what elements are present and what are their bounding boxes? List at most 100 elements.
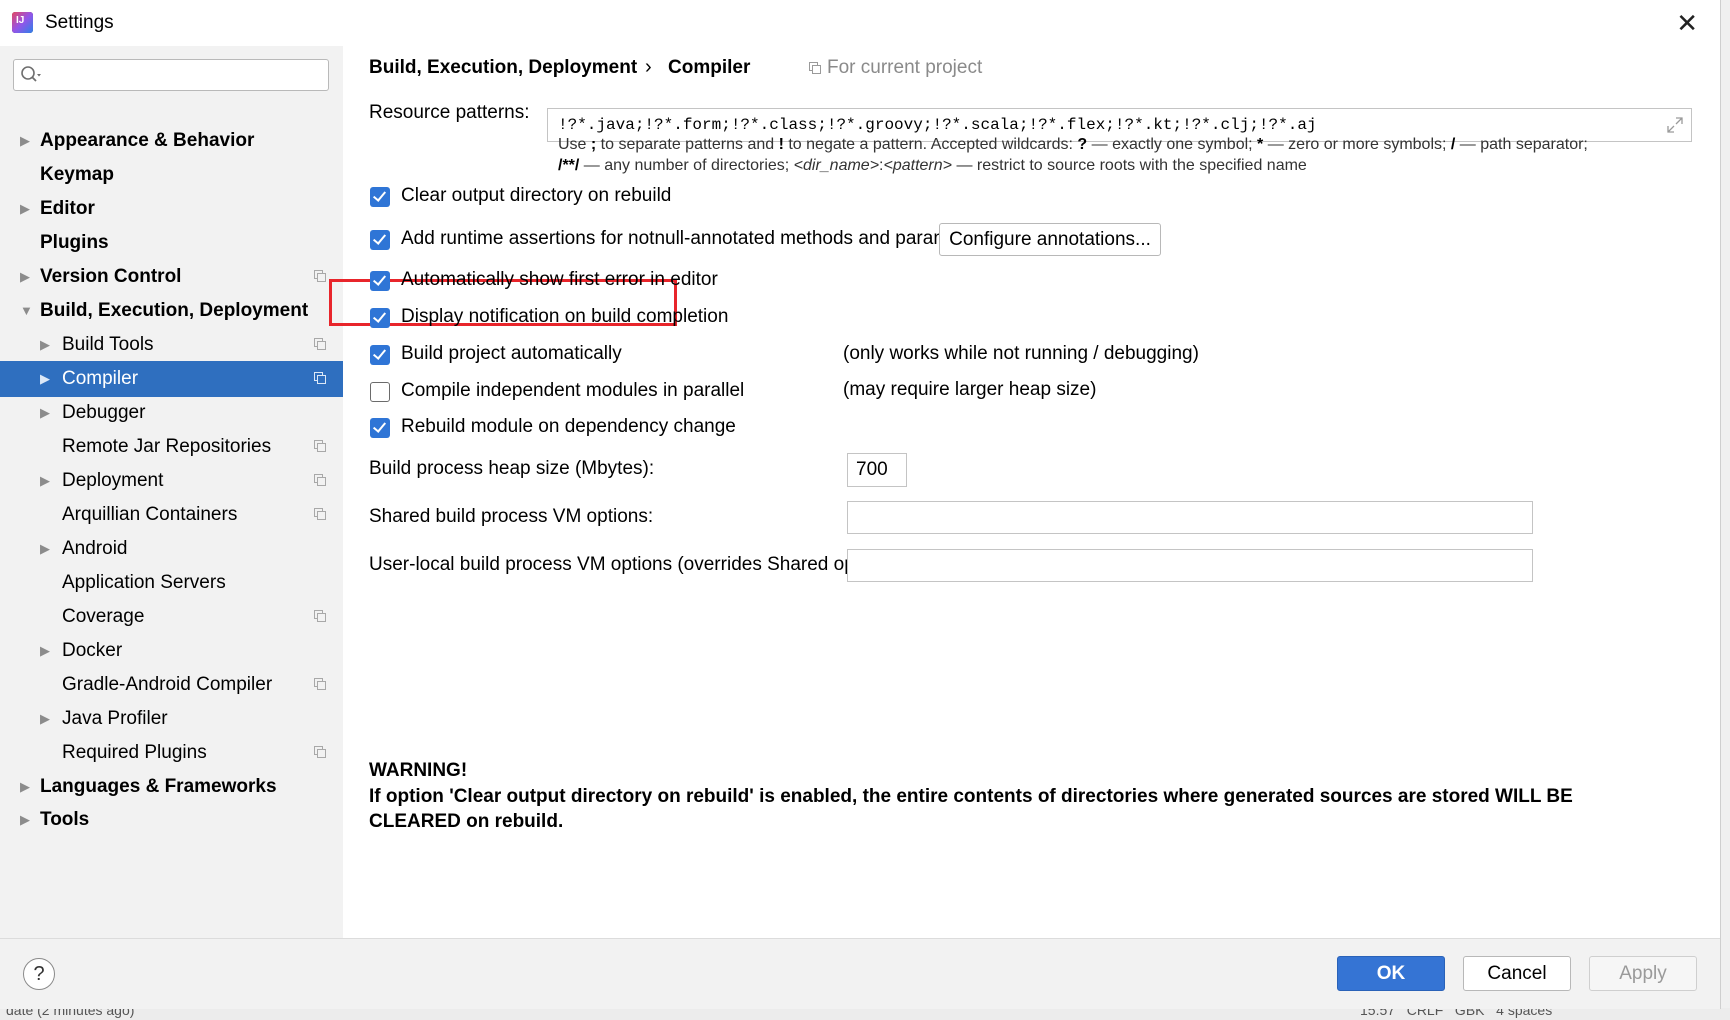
project-scope-icon — [314, 746, 326, 758]
sidebar-item-application-servers[interactable]: Application Servers — [0, 565, 343, 601]
shared-vm-input[interactable] — [847, 501, 1533, 534]
option-label: Rebuild module on dependency change — [401, 416, 736, 437]
settings-dialog: IJ Settings ✕ ▶ Appearance & Behavior Keym… — [0, 0, 1721, 1009]
settings-sidebar: ▶ Appearance & Behavior Keymap ▶ Editor Plugi… — [0, 46, 343, 938]
sidebar-item-label: Coverage — [62, 606, 145, 627]
user-vm-label: User-local build process VM options (ove… — [369, 554, 907, 575]
project-scope-icon — [314, 372, 326, 384]
sidebar-item-docker[interactable]: ▶ Docker — [0, 633, 343, 669]
chevron-right-icon[interactable]: ▶ — [20, 191, 30, 227]
chevron-right-icon[interactable]: ▶ — [20, 802, 30, 838]
background-status-bar: date (2 minutes ago) 15:57 CRLF GBK 4 sp… — [0, 1008, 1730, 1020]
breadcrumb-parent[interactable]: Build, Execution, Deployment — [369, 57, 637, 79]
sidebar-item-appearance-behavior[interactable]: ▶ Appearance & Behavior — [0, 123, 343, 159]
project-scope-icon — [809, 62, 821, 74]
chevron-right-icon[interactable]: ▶ — [40, 361, 50, 397]
project-scope-label: For current project — [809, 57, 982, 79]
sidebar-item-label: Editor — [40, 198, 95, 219]
sidebar-item-editor[interactable]: ▶ Editor — [0, 191, 343, 227]
project-scope-icon — [314, 440, 326, 452]
sidebar-item-deployment[interactable]: ▶ Deployment — [0, 463, 343, 499]
sidebar-item-compiler[interactable]: ▶ Compiler — [0, 361, 343, 397]
sidebar-item-label: Keymap — [40, 164, 114, 185]
resource-patterns-label: Resource patterns: — [369, 102, 530, 123]
sidebar-item-tools[interactable]: ▶ Tools — [0, 802, 343, 838]
sidebar-item-build-tools[interactable]: ▶ Build Tools — [0, 327, 343, 363]
search-input[interactable] — [13, 59, 329, 91]
sidebar-item-label: Languages & Frameworks — [40, 776, 277, 797]
ok-button[interactable]: OK — [1337, 956, 1445, 991]
dialog-footer: ? OK Cancel Apply — [0, 938, 1720, 1009]
sidebar-item-label: Compiler — [62, 368, 139, 389]
user-vm-input[interactable] — [847, 549, 1533, 582]
parallel-note: (may require larger heap size) — [843, 379, 1097, 400]
sidebar-item-label: Remote Jar Repositories — [62, 436, 272, 457]
chevron-right-icon[interactable]: ▶ — [20, 769, 30, 805]
option-label: Build project automatically — [401, 343, 622, 364]
chevron-right-icon[interactable]: ▶ — [20, 123, 30, 159]
chevron-right-icon[interactable]: ▶ — [40, 327, 50, 363]
sidebar-item-remote-jar-repositories[interactable]: Remote Jar Repositories — [0, 429, 343, 465]
sidebar-item-label: Gradle-Android Compiler — [62, 674, 273, 695]
cancel-button[interactable]: Cancel — [1463, 956, 1571, 991]
sidebar-item-keymap[interactable]: Keymap — [0, 157, 343, 193]
sidebar-item-plugins[interactable]: Plugins — [0, 225, 343, 261]
warning-text: If option 'Clear output directory on reb… — [369, 786, 1573, 832]
sidebar-item-build-execution-deployment[interactable]: ▼ Build, Execution, Deployment — [0, 293, 343, 329]
sidebar-item-gradle-android-compiler[interactable]: Gradle-Android Compiler — [0, 667, 343, 703]
option-label: Add runtime assertions for notnull-annot… — [401, 228, 992, 249]
project-scope-icon — [314, 270, 326, 282]
chevron-right-icon[interactable]: ▶ — [40, 633, 50, 669]
checkbox[interactable] — [370, 418, 390, 438]
help-button[interactable]: ? — [23, 958, 55, 990]
close-icon[interactable]: ✕ — [1676, 10, 1698, 36]
chevron-right-icon[interactable]: ▶ — [40, 701, 50, 737]
chevron-right-icon[interactable]: ▶ — [40, 531, 50, 567]
option-label: Automatically show first error in editor — [401, 269, 718, 290]
sidebar-item-version-control[interactable]: ▶ Version Control — [0, 259, 343, 295]
resource-patterns-value: !?*.java;!?*.form;!?*.class;!?*.groovy;!… — [558, 116, 1317, 134]
warning-title: WARNING! — [369, 760, 468, 781]
option-label: Compile independent modules in parallel — [401, 380, 745, 401]
sidebar-item-debugger[interactable]: ▶ Debugger — [0, 395, 343, 431]
expand-icon[interactable] — [1667, 117, 1683, 133]
checkbox[interactable] — [370, 230, 390, 250]
sidebar-item-languages-frameworks[interactable]: ▶ Languages & Frameworks — [0, 769, 343, 805]
sidebar-item-coverage[interactable]: Coverage — [0, 599, 343, 635]
sidebar-item-label: Deployment — [62, 470, 164, 491]
checkbox[interactable] — [370, 382, 390, 402]
resource-patterns-hint-2: /**/ — any number of directories; <dir_n… — [558, 157, 1307, 174]
sidebar-item-label: Java Profiler — [62, 708, 168, 729]
chevron-right-icon[interactable]: ▶ — [40, 395, 50, 431]
sidebar-item-label: Build Tools — [62, 334, 154, 355]
chevron-down-icon[interactable]: ▼ — [20, 293, 33, 329]
build-auto-note: (only works while not running / debuggin… — [843, 343, 1199, 364]
option-label: Clear output directory on rebuild — [401, 185, 672, 206]
sidebar-item-label: Appearance & Behavior — [40, 130, 255, 151]
chevron-right-icon[interactable]: ▶ — [20, 259, 30, 295]
sidebar-item-required-plugins[interactable]: Required Plugins — [0, 735, 343, 771]
apply-button[interactable]: Apply — [1589, 956, 1697, 991]
sidebar-item-arquillian-containers[interactable]: Arquillian Containers — [0, 497, 343, 533]
sidebar-item-java-profiler[interactable]: ▶ Java Profiler — [0, 701, 343, 737]
project-scope-icon — [314, 678, 326, 690]
resource-patterns-hint-1: Use ; to separate patterns and ! to nega… — [558, 136, 1588, 153]
intellij-app-icon: IJ — [12, 12, 33, 33]
chevron-right-icon[interactable]: ▶ — [40, 463, 50, 499]
option-label: Display notification on build completion — [401, 306, 729, 327]
checkbox[interactable] — [370, 187, 390, 207]
title-bar: IJ Settings ✕ — [0, 0, 1720, 46]
sidebar-item-label: Version Control — [40, 266, 182, 287]
heap-size-input[interactable]: 700 — [847, 453, 907, 487]
background-ide-edge — [1720, 0, 1730, 1020]
configure-annotations-button[interactable]: Configure annotations... — [939, 223, 1161, 256]
checkbox[interactable] — [370, 308, 390, 328]
status-left: date (2 minutes ago) — [6, 1008, 135, 1018]
sidebar-item-android[interactable]: ▶ Android — [0, 531, 343, 567]
sidebar-item-label: Docker — [62, 640, 123, 661]
checkbox[interactable] — [370, 345, 390, 365]
breadcrumb-separator: › — [645, 56, 652, 78]
sidebar-item-label: Android — [62, 538, 128, 559]
checkbox[interactable] — [370, 271, 390, 291]
sidebar-item-label: Build, Execution, Deployment — [40, 300, 309, 321]
